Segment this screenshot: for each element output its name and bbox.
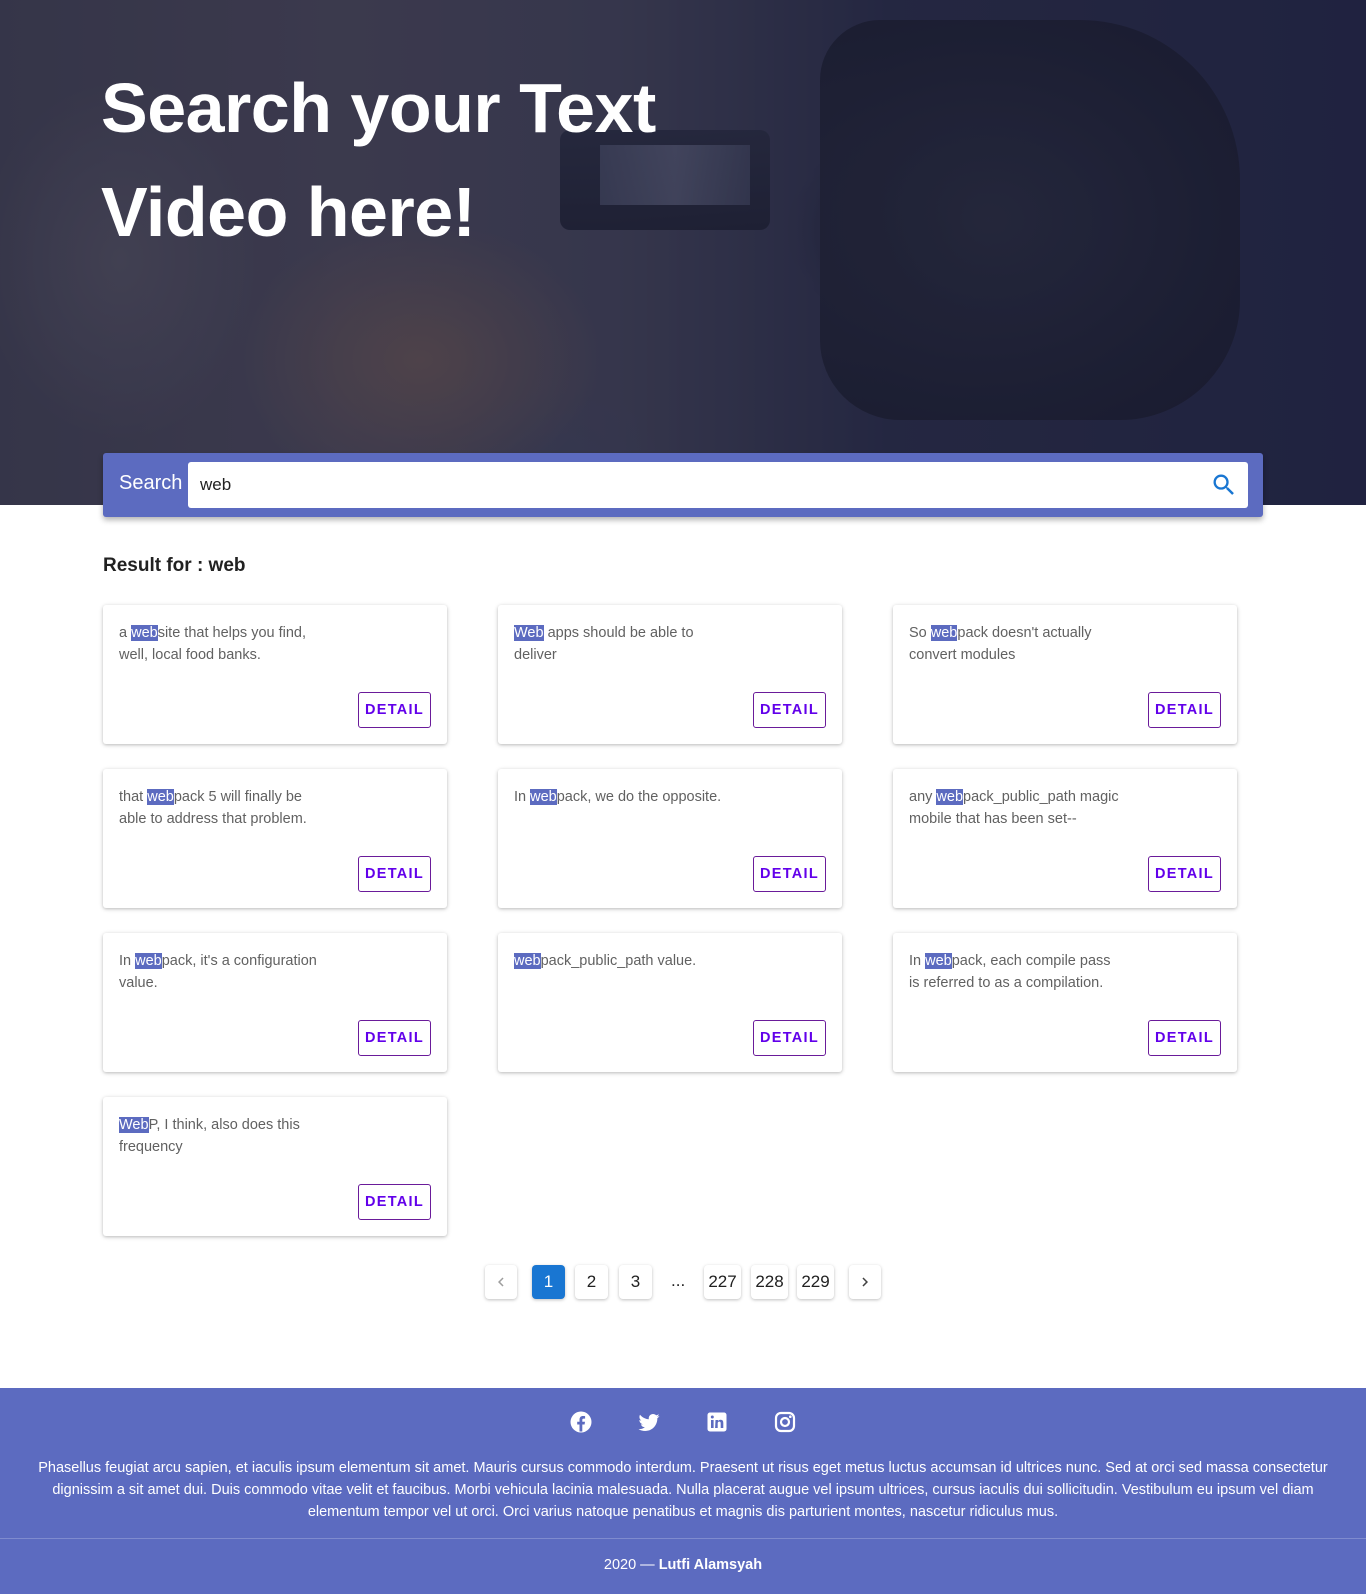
result-text-match: web	[131, 625, 158, 641]
result-card-text: webpack_public_path value.	[514, 950, 724, 972]
result-text-after: pack_public_path value.	[540, 953, 697, 969]
copyright-year: 2020 —	[603, 1557, 659, 1573]
page-button-229[interactable]: 229	[797, 1265, 834, 1299]
chevron-left-icon	[498, 1277, 504, 1287]
page-ellipsis: ...	[671, 1271, 686, 1290]
page-button-1[interactable]: 1	[532, 1265, 565, 1299]
result-card-text: In webpack, it's a configuration value.	[119, 950, 329, 994]
instagram-icon[interactable]	[773, 1410, 797, 1434]
result-text-match: web	[930, 625, 958, 641]
result-card: In webpack, it's a configuration value. …	[103, 933, 447, 1072]
detail-button[interactable]: DETAIL	[358, 1184, 431, 1220]
result-card: WebP, I think, also does this frequency …	[103, 1097, 447, 1236]
search-input[interactable]	[200, 473, 1180, 497]
search-label: Search	[119, 472, 183, 494]
page-button-228[interactable]: 228	[751, 1265, 788, 1299]
search-bar: Search	[103, 453, 1263, 517]
prev-page-button[interactable]	[485, 1265, 517, 1299]
twitter-icon[interactable]	[637, 1410, 661, 1434]
result-text-before: In	[514, 789, 531, 805]
result-card: So webpack doesn't actually convert modu…	[893, 605, 1237, 744]
result-text-match: web	[514, 953, 541, 969]
detail-button[interactable]: DETAIL	[358, 692, 431, 728]
page-button-3[interactable]: 3	[619, 1265, 652, 1299]
result-text-match: web	[530, 789, 557, 805]
result-text-match: web	[135, 953, 162, 969]
result-text-before: So	[909, 625, 931, 641]
footer-text: Phasellus feugiat arcu sapien, et iaculi…	[38, 1460, 1328, 1520]
search-field[interactable]	[188, 462, 1248, 508]
linkedin-icon[interactable]	[705, 1410, 729, 1434]
result-card: webpack_public_path value. DETAIL	[498, 933, 842, 1072]
next-page-button[interactable]	[849, 1265, 881, 1299]
detail-button[interactable]: DETAIL	[753, 856, 826, 892]
result-card: Web apps should be able to deliver DETAI…	[498, 605, 842, 744]
detail-button[interactable]: DETAIL	[753, 692, 826, 728]
result-text-match: web	[936, 789, 964, 805]
result-card-text: Web apps should be able to deliver	[514, 622, 724, 666]
hero-banner: Search your Text Video here!	[0, 0, 1366, 505]
footer-copyright: 2020 — Lutfi Alamsyah	[0, 1557, 1366, 1573]
result-heading: Result for : web	[103, 555, 246, 576]
detail-button[interactable]: DETAIL	[753, 1020, 826, 1056]
result-card: that webpack 5 will finally be able to a…	[103, 769, 447, 908]
chevron-right-icon	[862, 1277, 868, 1287]
page-button-2[interactable]: 2	[575, 1265, 608, 1299]
result-card: any webpack_public_path magic mobile tha…	[893, 769, 1237, 908]
footer: Phasellus feugiat arcu sapien, et iaculi…	[0, 1388, 1366, 1594]
result-card-text: So webpack doesn't actually convert modu…	[909, 622, 1119, 666]
result-text-before: In	[119, 953, 136, 969]
copyright-name: Lutfi Alamsyah	[658, 1557, 763, 1573]
result-card-text: that webpack 5 will finally be able to a…	[119, 786, 329, 830]
result-card-text: a website that helps you find, well, loc…	[119, 622, 329, 666]
hero-title-line1: Search your Text	[101, 69, 656, 147]
facebook-icon[interactable]	[569, 1410, 593, 1434]
hero-title-line2: Video here!	[101, 173, 476, 251]
footer-divider	[0, 1538, 1366, 1539]
detail-button[interactable]: DETAIL	[1148, 856, 1221, 892]
result-card: a website that helps you find, well, loc…	[103, 605, 447, 744]
result-text-match: Web	[119, 1117, 149, 1133]
result-card: In webpack, we do the opposite. DETAIL	[498, 769, 842, 908]
result-text-before: In	[909, 953, 926, 969]
result-text-before: a	[119, 625, 132, 641]
result-text-before: any	[909, 789, 937, 805]
result-text-after: pack, we do the opposite.	[556, 789, 722, 805]
result-text-match: web	[147, 789, 174, 805]
result-card-text: any webpack_public_path magic mobile tha…	[909, 786, 1119, 830]
result-text-match: Web	[514, 625, 544, 641]
result-card-text: WebP, I think, also does this frequency	[119, 1114, 329, 1158]
result-text-match: web	[925, 953, 952, 969]
result-card-text: In webpack, each compile pass is referre…	[909, 950, 1119, 994]
pagination: 1 2 3 ... 227 228 229	[0, 1265, 1366, 1299]
result-card: In webpack, each compile pass is referre…	[893, 933, 1237, 1072]
search-icon[interactable]	[1210, 471, 1238, 499]
result-text-before: that	[119, 789, 148, 805]
page-button-227[interactable]: 227	[704, 1265, 741, 1299]
detail-button[interactable]: DETAIL	[1148, 1020, 1221, 1056]
detail-button[interactable]: DETAIL	[358, 1020, 431, 1056]
detail-button[interactable]: DETAIL	[358, 856, 431, 892]
result-card-text: In webpack, we do the opposite.	[514, 786, 724, 808]
hero-title: Search your Text Video here!	[101, 56, 801, 264]
detail-button[interactable]: DETAIL	[1148, 692, 1221, 728]
